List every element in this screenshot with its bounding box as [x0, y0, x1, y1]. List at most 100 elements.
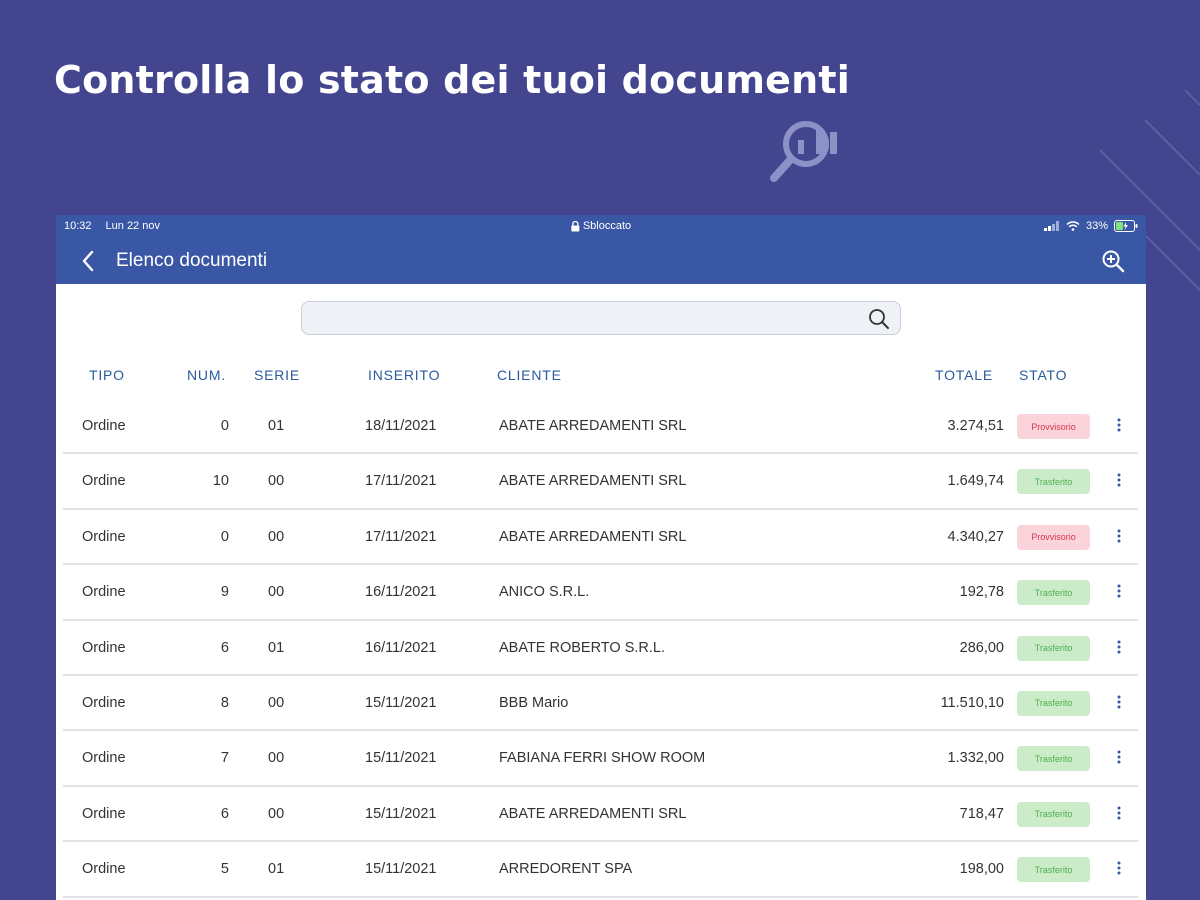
cell-serie: 00	[268, 805, 285, 822]
battery-percent: 33%	[1085, 220, 1108, 232]
battery-icon	[1114, 220, 1138, 232]
col-serie[interactable]: SERIE	[254, 367, 300, 383]
cell-serie: 01	[268, 861, 285, 878]
status-badge: Trasferito	[1017, 580, 1090, 606]
cell-inserito: 16/11/2021	[365, 584, 437, 601]
cell-inserito: 15/11/2021	[365, 805, 437, 822]
cell-tipo: Ordine	[82, 694, 126, 711]
table-row[interactable]: Ordine 5 01 15/11/2021 ARREDORENT SPA 198,00 T…	[63, 842, 1138, 898]
cell-tipo: Ordine	[82, 750, 126, 767]
cell-tipo: Ordine	[82, 473, 126, 490]
cell-inserito: 18/11/2021	[365, 418, 437, 434]
kebab-icon[interactable]	[1112, 637, 1126, 657]
cell-num: 10	[212, 473, 229, 490]
status-date: Lun 22 nov	[105, 220, 160, 232]
table-row[interactable]: Ordine 7 00 15/11/2021 FABIANA FERRI SHOW RO…	[63, 731, 1138, 787]
status-badge: Trasferito	[1017, 857, 1090, 883]
table-row[interactable]: Ordine 6 00 15/11/2021 ABATE ARREDAMENTI SRL…	[63, 787, 1138, 843]
table-row[interactable]: Ordine 9 00 16/11/2021 ANICO S.R.L. 192,78 Tra…	[63, 565, 1138, 621]
cell-cliente: ABATE ARREDAMENTI SRL	[499, 473, 687, 490]
status-badge: Provvisorio	[1017, 524, 1090, 550]
page-title: Elenco documenti	[116, 249, 268, 271]
cell-serie: 00	[268, 750, 285, 767]
cell-num: 8	[220, 694, 229, 711]
table-row[interactable]: Ordine 6 01 16/11/2021 ABATE ROBERTO S.R.L. 2…	[63, 621, 1138, 676]
kebab-icon[interactable]	[1112, 747, 1126, 767]
status-badge: Trasferito	[1017, 469, 1090, 495]
col-num[interactable]: NUM.	[187, 367, 226, 383]
cell-totale: 1.332,00	[947, 750, 1004, 767]
cell-cliente: FABIANA FERRI SHOW ROOM	[499, 750, 706, 767]
cell-serie: 00	[268, 694, 285, 711]
search-icon[interactable]	[868, 308, 890, 330]
cell-totale: 4.340,27	[947, 528, 1004, 545]
cell-inserito: 15/11/2021	[365, 861, 437, 878]
table-header: TIPO NUM. SERIE INSERITO CLIENTE TOTALE …	[56, 351, 1146, 399]
cell-inserito: 17/11/2021	[365, 473, 437, 490]
cell-tipo: Ordine	[82, 639, 126, 656]
wifi-icon	[1066, 221, 1080, 231]
status-badge: Trasferito	[1017, 801, 1090, 827]
chevron-left-icon	[82, 250, 94, 271]
kebab-icon[interactable]	[1112, 581, 1126, 601]
table-row[interactable]: Ordine 0 00 17/11/2021 ABATE ARREDAMENTI SRL…	[63, 510, 1138, 566]
kebab-icon[interactable]	[1112, 470, 1126, 490]
status-badge: Trasferito	[1017, 690, 1090, 716]
cell-inserito: 17/11/2021	[365, 528, 437, 545]
cell-totale: 198,00	[959, 861, 1004, 878]
search-input[interactable]	[302, 302, 900, 334]
cell-num: 0	[220, 418, 229, 434]
cell-totale: 192,78	[959, 584, 1004, 601]
cell-serie: 01	[268, 639, 285, 656]
status-time: 10:32	[64, 220, 92, 232]
status-bar: 10:32 Lun 22 nov Sbloccato 33%	[56, 215, 1146, 237]
back-button[interactable]	[76, 249, 100, 273]
col-totale[interactable]: TOTALE	[935, 367, 993, 383]
cell-tipo: Ordine	[82, 805, 126, 822]
kebab-icon[interactable]	[1112, 526, 1126, 546]
search-area	[56, 284, 1146, 335]
lock-icon	[571, 220, 580, 231]
cell-serie: 00	[268, 473, 285, 490]
zoom-button[interactable]	[1100, 248, 1126, 274]
status-lock-label: Sbloccato	[582, 220, 632, 232]
cell-totale: 1.649,74	[947, 473, 1004, 490]
cell-totale: 11.510,10	[940, 694, 1004, 711]
kebab-icon[interactable]	[1112, 803, 1126, 823]
cell-tipo: Ordine	[82, 861, 126, 878]
cell-tipo: Ordine	[82, 418, 126, 434]
cell-serie: 01	[268, 418, 285, 434]
table-row[interactable]: Ordine 0 01 18/11/2021 ABATE ARREDAMENTI SRL…	[63, 399, 1138, 455]
signal-icon	[1043, 221, 1059, 231]
table-row[interactable]: Ordine 8 00 15/11/2021 BBB Mario 11.510,10 Tra…	[63, 676, 1138, 732]
cell-cliente: ABATE ARREDAMENTI SRL	[499, 418, 687, 434]
col-tipo[interactable]: TIPO	[89, 367, 125, 383]
table-row[interactable]: Ordine 10 00 17/11/2021 ABATE ARREDAMENTI SR…	[63, 454, 1138, 510]
cell-serie: 00	[268, 528, 285, 545]
cell-inserito: 16/11/2021	[365, 639, 437, 656]
cell-num: 0	[220, 528, 229, 545]
cell-num: 6	[220, 639, 229, 656]
col-cliente[interactable]: CLIENTE	[497, 367, 562, 383]
kebab-icon[interactable]	[1112, 692, 1126, 712]
cell-cliente: ANICO S.R.L.	[499, 584, 590, 601]
app-bar: Elenco documenti	[56, 237, 1146, 284]
status-badge: Trasferito	[1017, 635, 1090, 661]
kebab-icon[interactable]	[1112, 415, 1126, 435]
cell-totale: 286,00	[959, 639, 1004, 656]
zoom-in-icon	[1102, 250, 1125, 272]
cell-cliente: ABATE ROBERTO S.R.L.	[499, 639, 665, 656]
cell-num: 6	[220, 805, 229, 822]
hero-title: Controlla lo stato dei tuoi documenti	[54, 58, 850, 102]
kebab-icon[interactable]	[1112, 858, 1126, 878]
magnifier-chart-icon	[770, 121, 837, 182]
col-inserito[interactable]: INSERITO	[368, 367, 440, 383]
cell-cliente: ABATE ARREDAMENTI SRL	[499, 528, 687, 545]
col-stato[interactable]: STATO	[1019, 367, 1067, 383]
status-badge: Trasferito	[1017, 746, 1090, 772]
status-badge: Provvisorio	[1017, 414, 1090, 439]
cell-tipo: Ordine	[82, 584, 126, 601]
cell-totale: 3.274,51	[947, 418, 1004, 434]
cell-cliente: BBB Mario	[499, 694, 569, 711]
tablet-screen: 10:32 Lun 22 nov Sbloccato 33% Elenco do…	[56, 215, 1146, 900]
